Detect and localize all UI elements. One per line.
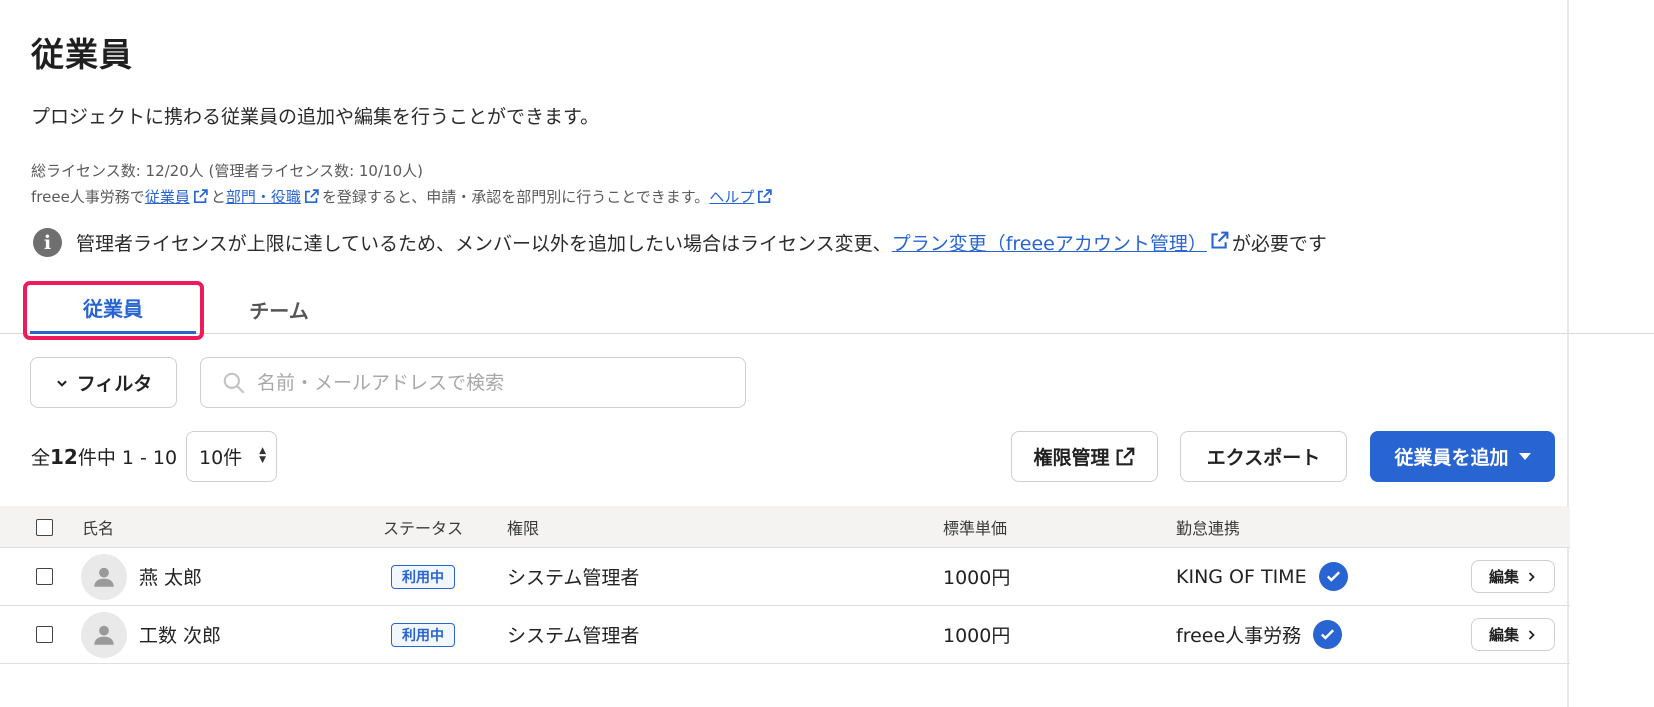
- header-attendance: 勤怠連携: [1176, 519, 1241, 538]
- external-link-icon[interactable]: [1209, 230, 1230, 256]
- integration-note: freee人事労務で従業員 と部門・役職 を登録すると、申請・承認を部門別に行うこと…: [31, 186, 775, 209]
- attendance-service: freee人事労務: [1176, 625, 1302, 647]
- edit-button[interactable]: 編集: [1471, 560, 1555, 593]
- page-description: プロジェクトに携わる従業員の追加や編集を行うことができます。: [31, 106, 600, 128]
- row-checkbox[interactable]: [36, 626, 53, 643]
- info-banner-text: 管理者ライセンスが上限に達しているため、メンバー以外を追加したい場合はライセンス…: [76, 233, 892, 255]
- table-row: 工数 次郎 利用中 システム管理者 1000円 freee人事労務 編集: [0, 606, 1570, 663]
- status-cell: 利用中: [391, 606, 455, 663]
- info-banner-suffix: が必要です: [1231, 233, 1327, 255]
- attendance-cell: freee人事労務: [1176, 606, 1343, 663]
- info-banner: i 管理者ライセンスが上限に達しているため、メンバー以外を追加したい場合はライセ…: [33, 228, 1327, 257]
- filter-button[interactable]: フィルタ: [30, 357, 177, 408]
- employees-link[interactable]: 従業員: [145, 188, 190, 206]
- chevron-right-icon: [1525, 629, 1537, 641]
- select-all-cell[interactable]: [36, 506, 53, 548]
- note-middle: を登録すると、申請・承認を部門別に行うことできます。: [321, 188, 710, 206]
- external-link-icon[interactable]: [303, 188, 320, 209]
- note-and: と: [210, 188, 226, 206]
- role-cell: システム管理者: [507, 625, 640, 647]
- person-icon: [94, 625, 114, 645]
- attendance-service: KING OF TIME: [1176, 565, 1307, 588]
- unit-price-cell: 1000円: [943, 567, 1011, 589]
- header-role: 権限: [507, 519, 540, 538]
- add-employee-label: 従業員を追加: [1394, 447, 1509, 469]
- count-total: 12: [50, 445, 78, 469]
- help-link[interactable]: ヘルプ: [709, 188, 754, 206]
- result-count: 全12件中 1 - 10: [31, 443, 177, 470]
- count-suffix: 件中 1 - 10: [77, 447, 178, 469]
- external-link-icon: [1114, 446, 1136, 468]
- check-circle-icon: [1318, 562, 1348, 591]
- filter-label: フィルタ: [76, 373, 153, 395]
- note-prefix: freee人事労務で: [31, 188, 145, 206]
- highlight-box: [23, 281, 204, 340]
- select-arrows-icon: ▲ ▼: [259, 446, 266, 465]
- add-employee-button[interactable]: 従業員を追加: [1370, 431, 1555, 482]
- name-cell: 燕 太郎: [81, 548, 202, 605]
- avatar: [81, 611, 127, 658]
- employee-name[interactable]: 燕 太郎: [139, 563, 202, 590]
- edit-label: 編集: [1488, 568, 1519, 586]
- header-unit-price: 標準単価: [943, 519, 1008, 538]
- name-cell: 工数 次郎: [81, 606, 221, 663]
- departments-link[interactable]: 部門・役職: [226, 188, 301, 206]
- search-icon: [221, 370, 247, 396]
- row-checkbox-cell[interactable]: [36, 548, 53, 605]
- permissions-label: 権限管理: [1033, 447, 1110, 469]
- permissions-button[interactable]: 権限管理: [1011, 431, 1158, 482]
- row-divider: [0, 663, 1570, 664]
- status-badge: 利用中: [391, 622, 455, 647]
- status-cell: 利用中: [391, 548, 455, 605]
- info-icon: i: [33, 228, 62, 257]
- attendance-cell: KING OF TIME: [1176, 548, 1348, 605]
- status-badge: 利用中: [391, 564, 455, 589]
- per-page-value: 10件: [199, 447, 243, 469]
- select-all-checkbox[interactable]: [36, 518, 53, 536]
- chevron-right-icon: [1525, 571, 1537, 583]
- per-page-select[interactable]: 10件 ▲ ▼: [186, 431, 277, 482]
- license-info: 総ライセンス数: 12/20人 (管理者ライセンス数: 10/10人): [31, 162, 423, 180]
- table-header: [0, 506, 1570, 548]
- search-box[interactable]: [200, 357, 746, 408]
- external-link-icon[interactable]: [192, 188, 209, 209]
- edit-button[interactable]: 編集: [1471, 618, 1555, 651]
- export-button[interactable]: エクスポート: [1180, 431, 1347, 482]
- person-icon: [94, 567, 114, 587]
- chevron-down-icon: [55, 376, 69, 390]
- caret-down-icon: [1518, 452, 1531, 461]
- row-checkbox[interactable]: [36, 568, 53, 585]
- edit-button-wrap: 編集: [1471, 560, 1555, 593]
- count-prefix: 全: [31, 447, 51, 469]
- search-input[interactable]: [257, 371, 727, 394]
- edit-label: 編集: [1488, 626, 1519, 644]
- export-label: エクスポート: [1206, 447, 1321, 469]
- table-row: 燕 太郎 利用中 システム管理者 1000円 KING OF TIME 編集: [0, 548, 1570, 605]
- avatar: [81, 553, 127, 600]
- plan-change-link[interactable]: プラン変更（freeeアカウント管理）: [892, 229, 1207, 256]
- header-name: 氏名: [82, 519, 115, 538]
- employee-name[interactable]: 工数 次郎: [139, 621, 221, 648]
- external-link-icon[interactable]: [756, 188, 773, 209]
- tab-teams[interactable]: チーム: [196, 284, 362, 334]
- header-status: ステータス: [383, 519, 464, 538]
- check-circle-icon: [1313, 620, 1343, 649]
- page-title: 従業員: [31, 35, 133, 74]
- edit-button-wrap: 編集: [1471, 618, 1555, 651]
- unit-price-cell: 1000円: [943, 625, 1011, 647]
- role-cell: システム管理者: [507, 567, 640, 589]
- row-checkbox-cell[interactable]: [36, 606, 53, 663]
